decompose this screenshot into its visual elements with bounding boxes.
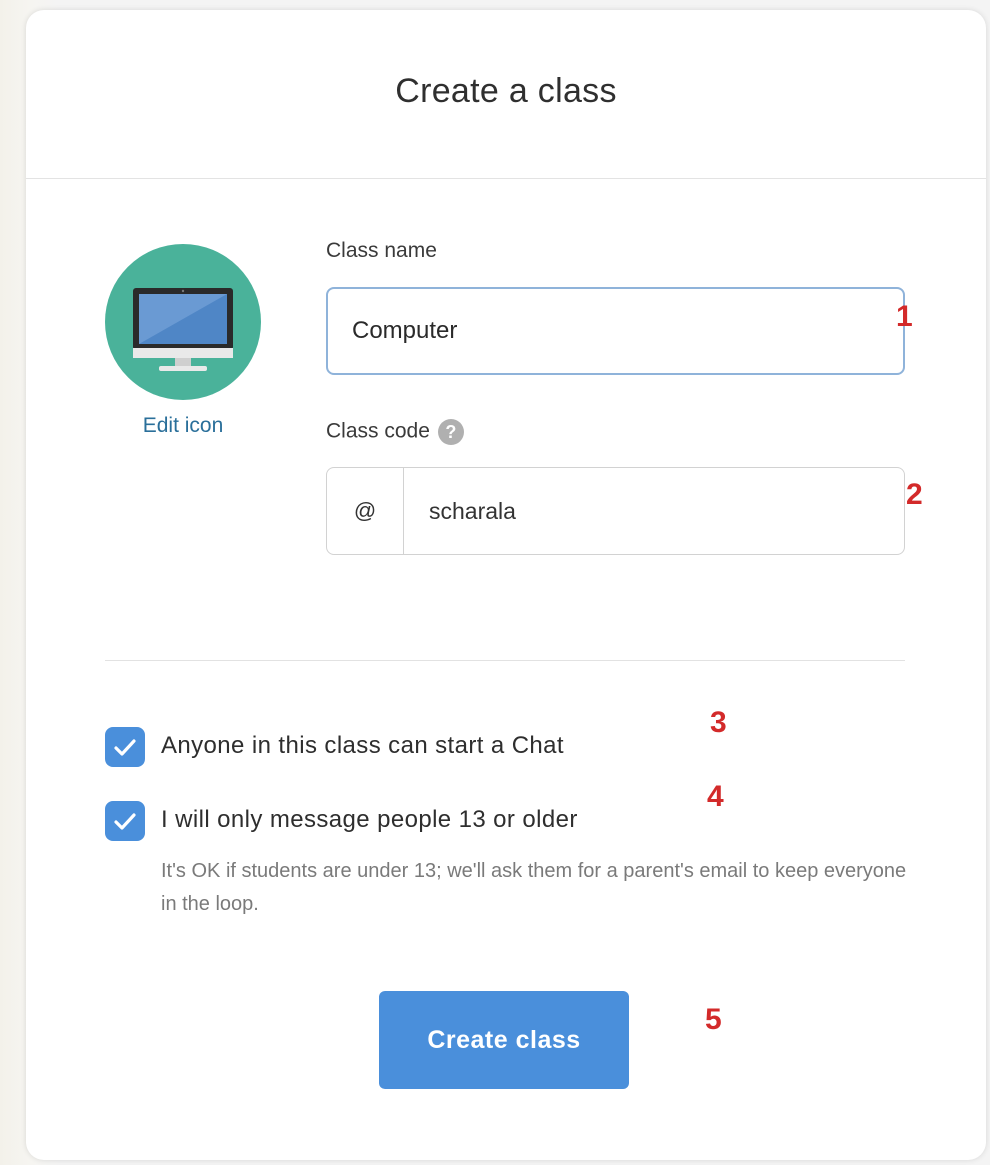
class-icon-avatar[interactable]: [105, 244, 261, 400]
edit-icon-link[interactable]: Edit icon: [105, 414, 261, 438]
computer-monitor-icon: [133, 288, 233, 371]
class-name-input[interactable]: [326, 287, 905, 375]
dialog-title: Create a class: [395, 72, 617, 110]
annotation-number: 2: [906, 478, 923, 511]
annotation-number: 4: [707, 780, 724, 813]
age-helper-text: It's OK if students are under 13; we'll …: [161, 860, 907, 915]
annotation-number: 3: [710, 706, 727, 739]
annotation-number: 5: [705, 1003, 722, 1036]
create-class-dialog: Create a class Edit icon Class name Clas…: [26, 10, 986, 1160]
checkmark-icon: [114, 813, 136, 830]
class-code-label-text: Class code: [326, 419, 430, 443]
chat-permission-checkbox[interactable]: [105, 727, 145, 767]
class-code-prefix: @: [327, 468, 404, 554]
annotation-number: 1: [896, 300, 913, 333]
age-confirmation-label[interactable]: I will only message people 13 or older: [161, 806, 578, 834]
class-code-label: Class code?: [326, 419, 464, 445]
dialog-header: Create a class: [26, 10, 986, 179]
chat-permission-label[interactable]: Anyone in this class can start a Chat: [161, 732, 564, 760]
class-code-input[interactable]: [405, 468, 900, 554]
class-code-field: @: [326, 467, 905, 555]
checkmark-icon: [114, 739, 136, 756]
age-confirmation-checkbox[interactable]: [105, 801, 145, 841]
section-divider: [105, 660, 905, 661]
class-name-label: Class name: [326, 239, 437, 262]
create-class-button[interactable]: Create class: [379, 991, 629, 1089]
question-mark-icon[interactable]: ?: [437, 419, 464, 445]
